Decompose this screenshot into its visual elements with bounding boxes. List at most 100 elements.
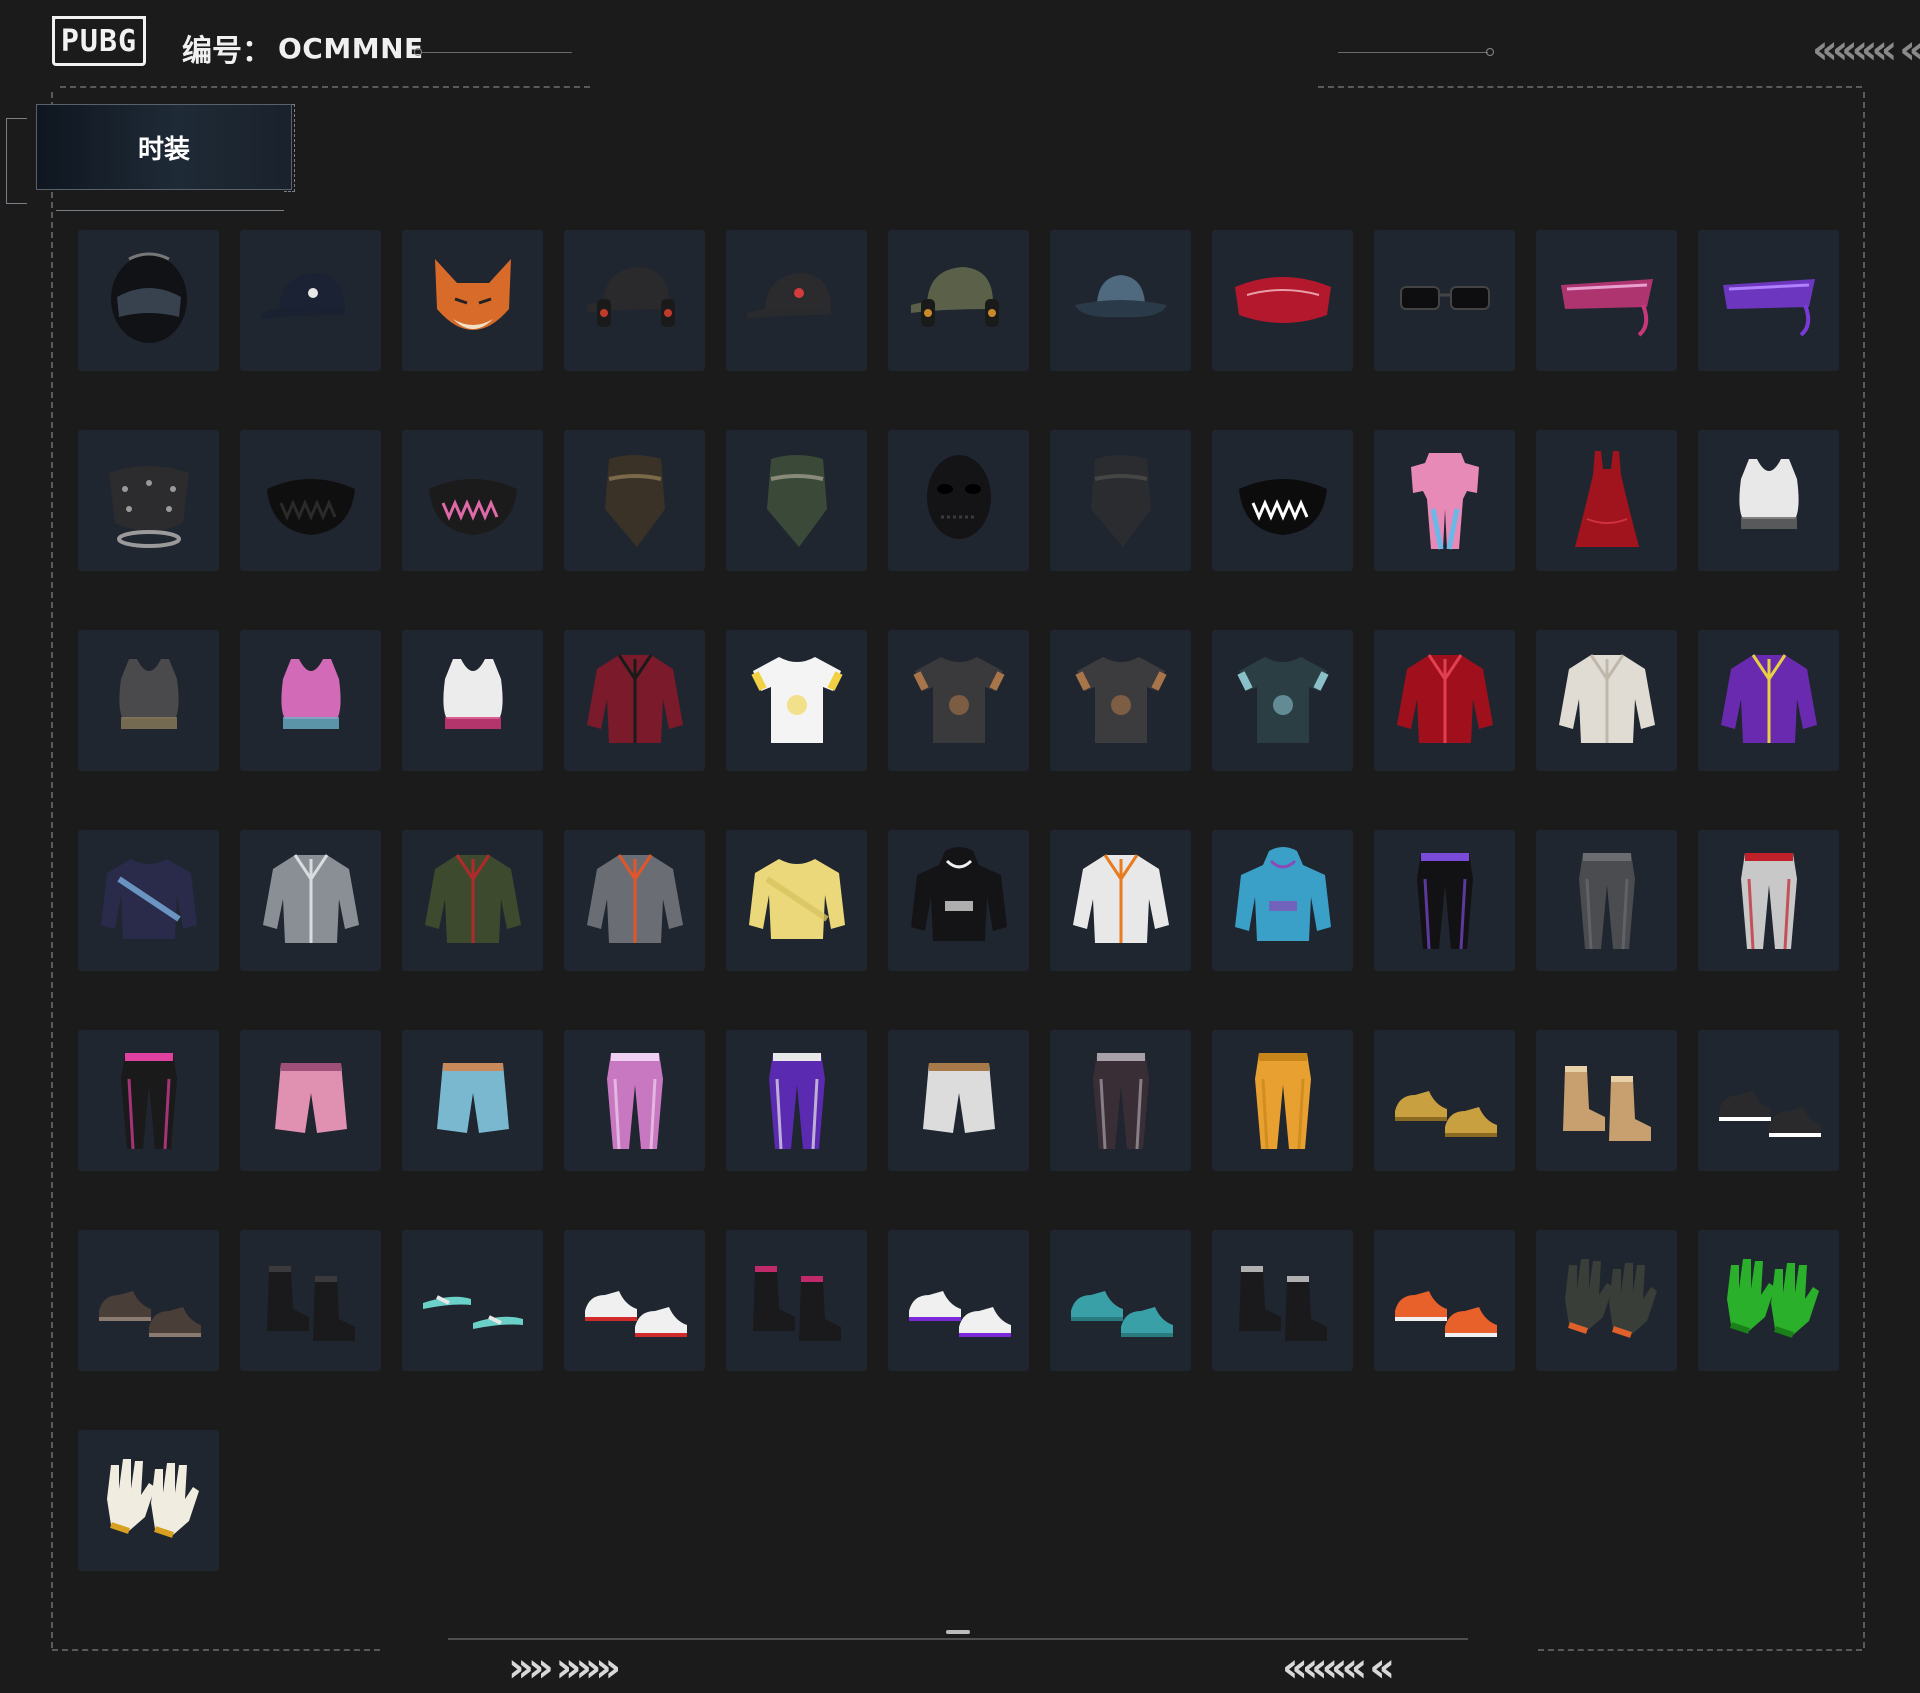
- item-slot-navy-sweatshirt-sash[interactable]: [78, 830, 219, 971]
- item-slot-bucket-hat-denim[interactable]: [1050, 230, 1191, 371]
- item-slot-tactical-gloves[interactable]: [1536, 1230, 1677, 1371]
- sweater-icon: [737, 839, 857, 963]
- item-slot-cap-with-headphones[interactable]: [564, 230, 705, 371]
- item-slot-red-satin-robe[interactable]: [1374, 630, 1515, 771]
- jumpsuit-icon: [1385, 439, 1505, 563]
- item-slot-teal-flip-flops[interactable]: [402, 1230, 543, 1371]
- pants-icon: [737, 1039, 857, 1163]
- item-slot-black-stitched-mask[interactable]: [888, 430, 1029, 571]
- item-slot-tattoo-sleeve-tee-2[interactable]: [1050, 630, 1191, 771]
- pants-icon: [1061, 1039, 1181, 1163]
- tab-fashion-label: 时装: [137, 134, 190, 165]
- tab-fashion[interactable]: 时装: [36, 104, 292, 190]
- shoes-icon: [1061, 1239, 1181, 1363]
- item-slot-white-black-crop-arm[interactable]: [402, 630, 543, 771]
- item-slot-motorcycle-helmet-black[interactable]: [78, 230, 219, 371]
- tshirt-icon: [899, 639, 1019, 763]
- item-slot-black-sunglasses[interactable]: [1374, 230, 1515, 371]
- item-slot-cyber-visor-pink[interactable]: [1536, 230, 1677, 371]
- item-slot-striped-spiderweb-jacket[interactable]: [564, 630, 705, 771]
- item-slot-fur-trim-boots[interactable]: [1212, 1230, 1353, 1371]
- item-slot-pink-plaid-shorts[interactable]: [240, 1030, 381, 1171]
- facemask-icon: [1223, 439, 1343, 563]
- item-slot-grey-skinny-pants[interactable]: [1536, 830, 1677, 971]
- item-slot-baseball-cap-black-red[interactable]: [726, 230, 867, 371]
- scroll-indicator[interactable]: [946, 1630, 970, 1634]
- chevrons-top-right-icon: «««« «: [1812, 27, 1920, 73]
- item-slot-pink-skull-mask[interactable]: [402, 430, 543, 571]
- item-slot-camo-neck-gaiter[interactable]: [726, 430, 867, 571]
- item-slot-tattoo-sleeve-tee[interactable]: [888, 630, 1029, 771]
- item-slot-teeth-face-mask[interactable]: [1212, 430, 1353, 571]
- item-slot-military-cap-headset[interactable]: [888, 230, 1029, 371]
- item-grid: [78, 230, 1839, 1571]
- item-slot-grey-orange-jacket[interactable]: [564, 830, 705, 971]
- sandals-icon: [413, 1239, 533, 1363]
- item-slot-grey-hooded-coat[interactable]: [240, 830, 381, 971]
- pants-icon: [1223, 1039, 1343, 1163]
- item-slot-camo-pants[interactable]: [1050, 1030, 1191, 1171]
- item-slot-purple-headband-visor[interactable]: [1698, 230, 1839, 371]
- visor-icon: [1547, 239, 1667, 363]
- item-slot-dark-hood-scarf[interactable]: [1050, 430, 1191, 571]
- shoes-icon: [1385, 1239, 1505, 1363]
- item-slot-white-orange-jacket[interactable]: [1050, 830, 1191, 971]
- bandana-icon: [737, 439, 857, 563]
- item-slot-gold-shoes[interactable]: [1374, 1030, 1515, 1171]
- item-slot-baseball-cap-navy[interactable]: [240, 230, 381, 371]
- item-slot-work-gloves[interactable]: [78, 1430, 219, 1571]
- jacket-icon: [251, 839, 371, 963]
- item-slot-white-leather-jacket[interactable]: [1536, 630, 1677, 771]
- item-slot-floral-shirt[interactable]: [1212, 630, 1353, 771]
- item-slot-camo-bandana[interactable]: [564, 430, 705, 571]
- item-slot-grey-bra-belt[interactable]: [78, 630, 219, 771]
- item-slot-teal-clogs[interactable]: [1050, 1230, 1191, 1371]
- boots-icon: [1223, 1239, 1343, 1363]
- item-slot-black-checker-hoodie[interactable]: [888, 830, 1029, 971]
- item-slot-tan-boots[interactable]: [1536, 1030, 1677, 1171]
- item-slot-yellow-fuzzy-sweater[interactable]: [726, 830, 867, 971]
- item-slot-bunny-ear-hoodie[interactable]: [1212, 830, 1353, 971]
- frame-bottom-right: [1538, 1649, 1862, 1651]
- item-slot-chick-print-tee[interactable]: [726, 630, 867, 771]
- boots-icon: [1547, 1039, 1667, 1163]
- item-slot-pink-tie-dye-top[interactable]: [240, 630, 381, 771]
- frame-top-right: [1318, 86, 1862, 88]
- item-slot-white-cargo-shorts[interactable]: [888, 1030, 1029, 1171]
- item-slot-spiked-mask-miramar[interactable]: [78, 430, 219, 571]
- frame-left: [51, 92, 53, 1648]
- item-slot-white-armored-pants[interactable]: [1698, 830, 1839, 971]
- item-slot-black-white-sneakers[interactable]: [1698, 1030, 1839, 1171]
- item-slot-orange-high-tops[interactable]: [1374, 1230, 1515, 1371]
- cap-icon: [737, 239, 857, 363]
- frame-bottom-left: [52, 1649, 380, 1651]
- item-slot-pink-graphic-pants[interactable]: [564, 1030, 705, 1171]
- item-slot-black-track-pants[interactable]: [1374, 830, 1515, 971]
- item-slot-purple-skirt-leggings[interactable]: [726, 1030, 867, 1171]
- item-slot-yellow-joggers[interactable]: [1212, 1030, 1353, 1171]
- cap-headset-icon: [899, 239, 1019, 363]
- item-slot-black-face-mask[interactable]: [240, 430, 381, 571]
- frame-top-left: [60, 86, 590, 88]
- logo-text: PUBG: [60, 23, 138, 59]
- item-slot-purple-windbreaker[interactable]: [1698, 630, 1839, 771]
- item-slot-purple-white-sneakers[interactable]: [888, 1230, 1029, 1371]
- visor-icon: [1709, 239, 1829, 363]
- item-slot-green-bomber-crop[interactable]: [402, 830, 543, 971]
- item-slot-striped-platform-boots[interactable]: [726, 1230, 867, 1371]
- item-slot-green-gloves[interactable]: [1698, 1230, 1839, 1371]
- bandana-icon: [575, 439, 695, 563]
- item-slot-black-chaps[interactable]: [78, 1030, 219, 1171]
- item-slot-red-dress[interactable]: [1536, 430, 1677, 571]
- header-line-dot-right: [1486, 48, 1494, 56]
- item-slot-black-ankle-boots[interactable]: [240, 1230, 381, 1371]
- item-slot-paw-slippers[interactable]: [78, 1230, 219, 1371]
- item-slot-white-crop-top[interactable]: [1698, 430, 1839, 571]
- tshirt-icon: [737, 639, 857, 763]
- facemask-icon: [413, 439, 533, 563]
- item-slot-pink-tracksuit[interactable]: [1374, 430, 1515, 571]
- item-slot-white-sneakers[interactable]: [564, 1230, 705, 1371]
- item-slot-denim-shorts[interactable]: [402, 1030, 543, 1171]
- item-slot-fox-mask[interactable]: [402, 230, 543, 371]
- item-slot-red-eye-mask[interactable]: [1212, 230, 1353, 371]
